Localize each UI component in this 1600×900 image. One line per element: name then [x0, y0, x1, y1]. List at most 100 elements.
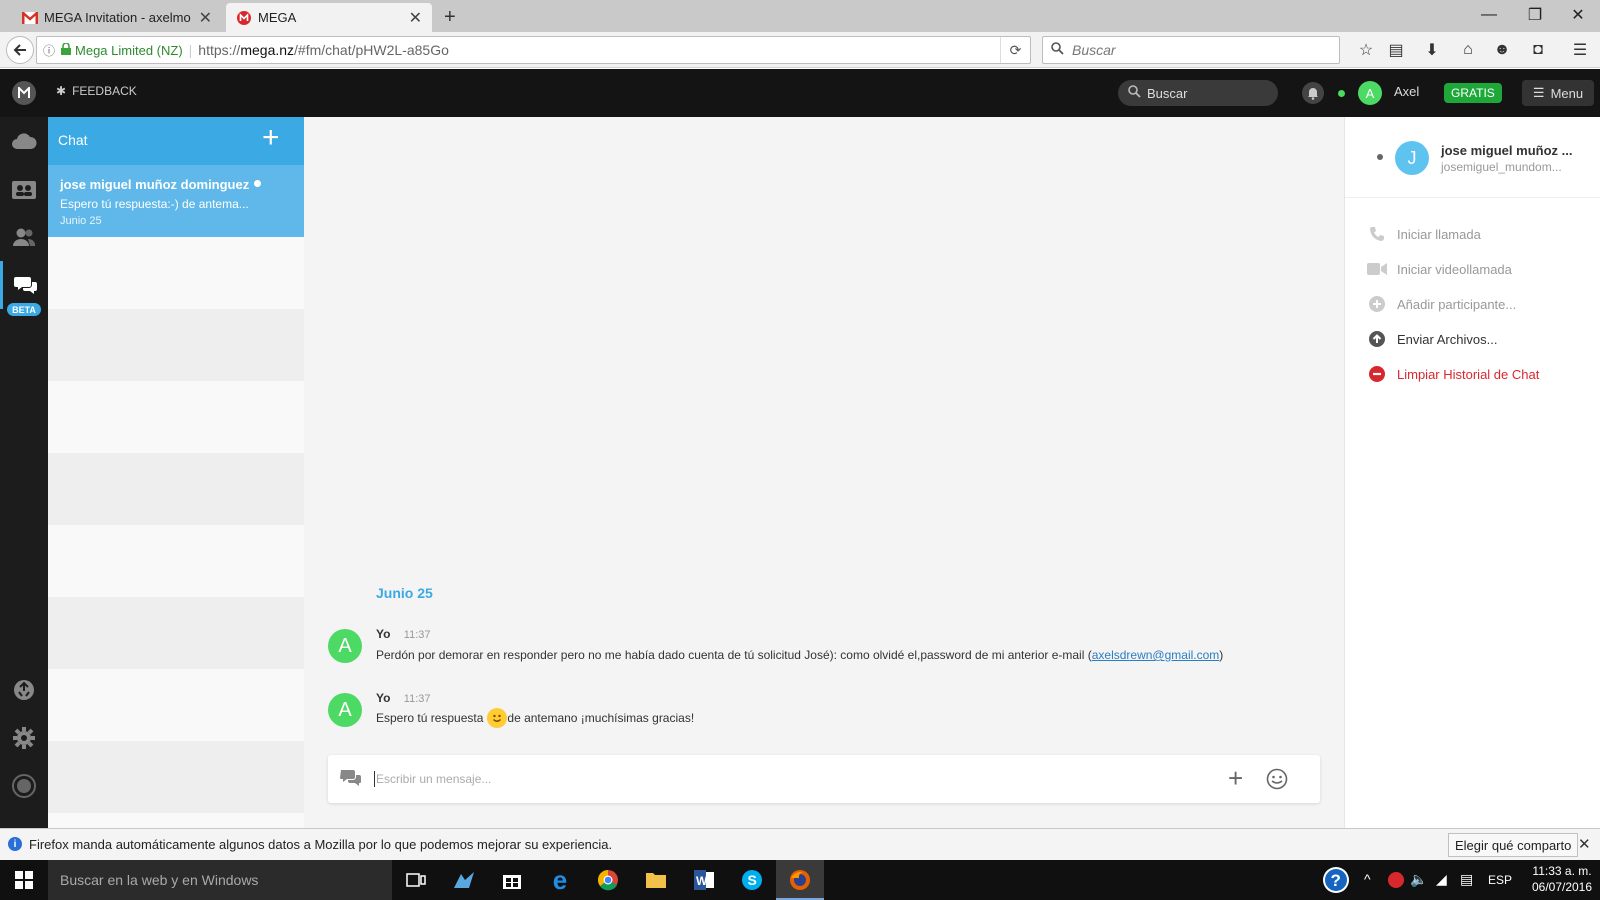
contact-panel: J jose miguel muñoz ... josemiguel_mundo…: [1344, 117, 1600, 828]
message-time: 11:37: [403, 693, 431, 705]
plan-badge[interactable]: GRATIS: [1444, 83, 1502, 103]
action-label: Limpiar Historial de Chat: [1397, 366, 1540, 382]
cloud-drive-icon[interactable]: [0, 117, 48, 165]
clear-history-action[interactable]: Limpiar Historial de Chat: [1367, 364, 1539, 384]
settings-icon[interactable]: [0, 714, 48, 762]
downloads-icon[interactable]: ⬇: [1420, 38, 1444, 62]
clock[interactable]: 11:33 a. m. 06/07/2016: [1526, 864, 1598, 894]
message-item: A: [328, 693, 362, 727]
message-composer[interactable]: Escribir un mensaje... +: [328, 755, 1320, 803]
notification-message: Firefox manda automáticamente algunos da…: [29, 837, 613, 852]
file-explorer-taskbar-icon[interactable]: [632, 860, 680, 900]
menu-button[interactable]: ☰ Menu: [1522, 80, 1594, 106]
url-bar[interactable]: ⓘ Mega Limited (NZ) | https://mega.nz/#f…: [36, 36, 1031, 64]
shared-folders-icon[interactable]: [0, 165, 48, 213]
reading-list-icon[interactable]: ▤: [1384, 38, 1408, 62]
message-body: Perdón por demorar en responder pero no …: [376, 648, 1092, 662]
chat-bubble-icon: [340, 769, 362, 792]
edge-taskbar-icon[interactable]: e: [536, 860, 584, 900]
restore-window-icon[interactable]: ❐: [1512, 0, 1558, 30]
contacts-icon[interactable]: [0, 213, 48, 261]
start-video-call-action[interactable]: Iniciar videollamada: [1367, 259, 1512, 279]
close-window-icon[interactable]: ✕: [1558, 0, 1598, 30]
message-text: Espero tú respuesta de antemano ¡muchísi…: [376, 708, 694, 728]
feedback-label: FEEDBACK: [72, 84, 137, 98]
action-label: Enviar Archivos...: [1397, 331, 1498, 347]
message-body-end: ): [1219, 648, 1224, 662]
new-tab-button[interactable]: +: [444, 6, 456, 29]
transfers-icon[interactable]: [0, 762, 48, 810]
volume-icon[interactable]: 🔈: [1410, 871, 1427, 888]
hamburger-menu-icon[interactable]: ☰: [1568, 38, 1592, 62]
word-taskbar-icon[interactable]: W: [680, 860, 728, 900]
action-center-icon[interactable]: ▤: [1460, 871, 1473, 888]
tab-gmail[interactable]: MEGA Invitation - axelmor... ✕: [12, 3, 222, 32]
menu-label: Menu: [1550, 85, 1584, 101]
windows-start-icon[interactable]: [0, 860, 48, 900]
start-call-action[interactable]: Iniciar llamada: [1367, 224, 1481, 244]
user-name[interactable]: Axel: [1394, 84, 1419, 99]
browser-nav-bar: ⓘ Mega Limited (NZ) | https://mega.nz/#f…: [0, 32, 1600, 68]
firefox-taskbar-icon[interactable]: [776, 860, 824, 900]
avatar: A: [328, 693, 362, 727]
contact-avatar[interactable]: J: [1395, 141, 1429, 175]
feedback-button[interactable]: ✱ FEEDBACK: [56, 84, 137, 98]
tab-mega[interactable]: MEGA ✕: [226, 3, 432, 32]
user-avatar[interactable]: A: [1358, 81, 1382, 105]
minimize-window-icon[interactable]: —: [1466, 0, 1512, 30]
task-view-icon[interactable]: [392, 860, 440, 900]
site-identity[interactable]: Mega Limited (NZ): [75, 43, 183, 58]
store-taskbar-icon[interactable]: [488, 860, 536, 900]
back-button[interactable]: [6, 36, 34, 64]
mega-logo-icon[interactable]: [12, 81, 36, 105]
search-icon: [1051, 42, 1064, 58]
hello-icon[interactable]: ☻: [1490, 38, 1514, 62]
language-indicator[interactable]: ESP: [1488, 873, 1512, 887]
icon-sidebar: BETA: [0, 117, 48, 828]
show-hidden-icons-icon[interactable]: ^: [1364, 871, 1371, 887]
help-icon[interactable]: ?: [1312, 860, 1360, 900]
divider: [1345, 197, 1600, 198]
tab-title: MEGA Invitation - axelmor...: [44, 10, 191, 25]
explorer-taskbar-icon[interactable]: [440, 860, 488, 900]
pocket-icon[interactable]: ◘: [1526, 38, 1550, 62]
close-notification-icon[interactable]: ✕: [1578, 835, 1591, 853]
close-tab-icon[interactable]: ✕: [199, 8, 212, 28]
message-time: 11:37: [403, 629, 431, 641]
chrome-taskbar-icon[interactable]: [584, 860, 632, 900]
browser-search-input[interactable]: Buscar: [1042, 36, 1340, 64]
svg-text:S: S: [748, 872, 757, 888]
close-tab-icon[interactable]: ✕: [409, 8, 422, 28]
clock-time: 11:33 a. m.: [1532, 864, 1592, 878]
send-files-action[interactable]: Enviar Archivos...: [1367, 329, 1497, 349]
contact-status-dot: [254, 180, 261, 187]
choose-what-i-share-button[interactable]: Elegir qué comparto: [1448, 833, 1579, 857]
info-icon[interactable]: ⓘ: [43, 42, 55, 59]
chat-list-title: Chat: [58, 132, 88, 148]
contact-email: josemiguel_mundom...: [1441, 160, 1562, 174]
chat-contact-name: jose miguel muñoz dominguez: [60, 177, 250, 192]
add-attachment-icon[interactable]: +: [1228, 765, 1243, 791]
hamburger-menu-icon: ☰: [1532, 85, 1545, 100]
mega-tray-icon[interactable]: [1388, 872, 1404, 888]
contact-status-dot: [1377, 154, 1383, 160]
browser-tab-bar: MEGA Invitation - axelmor... ✕ MEGA ✕ + …: [0, 0, 1600, 32]
skype-taskbar-icon[interactable]: S: [728, 860, 776, 900]
new-chat-button[interactable]: +: [262, 123, 280, 153]
chat-list-item[interactable]: jose miguel muñoz dominguez Espero tú re…: [48, 165, 304, 237]
taskbar-search-input[interactable]: Buscar en la web y en Windows: [48, 860, 392, 900]
wifi-icon[interactable]: ◢: [1436, 871, 1447, 888]
online-status-dot: [1338, 90, 1345, 97]
home-icon[interactable]: ⌂: [1456, 38, 1480, 62]
message-input[interactable]: Escribir un mensaje...: [376, 772, 491, 786]
action-label: Iniciar llamada: [1397, 226, 1481, 242]
reload-icon[interactable]: ⟳: [1000, 37, 1030, 63]
add-participant-action[interactable]: Añadir participante...: [1367, 294, 1516, 314]
chat-icon[interactable]: [0, 261, 48, 309]
bookmark-star-icon[interactable]: ☆: [1354, 38, 1378, 62]
notifications-bell-icon[interactable]: [1302, 82, 1324, 104]
email-link[interactable]: axelsdrewn@gmail.com: [1092, 648, 1220, 662]
rubbish-bin-icon[interactable]: [0, 666, 48, 714]
mega-search-input[interactable]: Buscar: [1118, 80, 1278, 106]
emoji-picker-icon[interactable]: [1266, 768, 1288, 795]
